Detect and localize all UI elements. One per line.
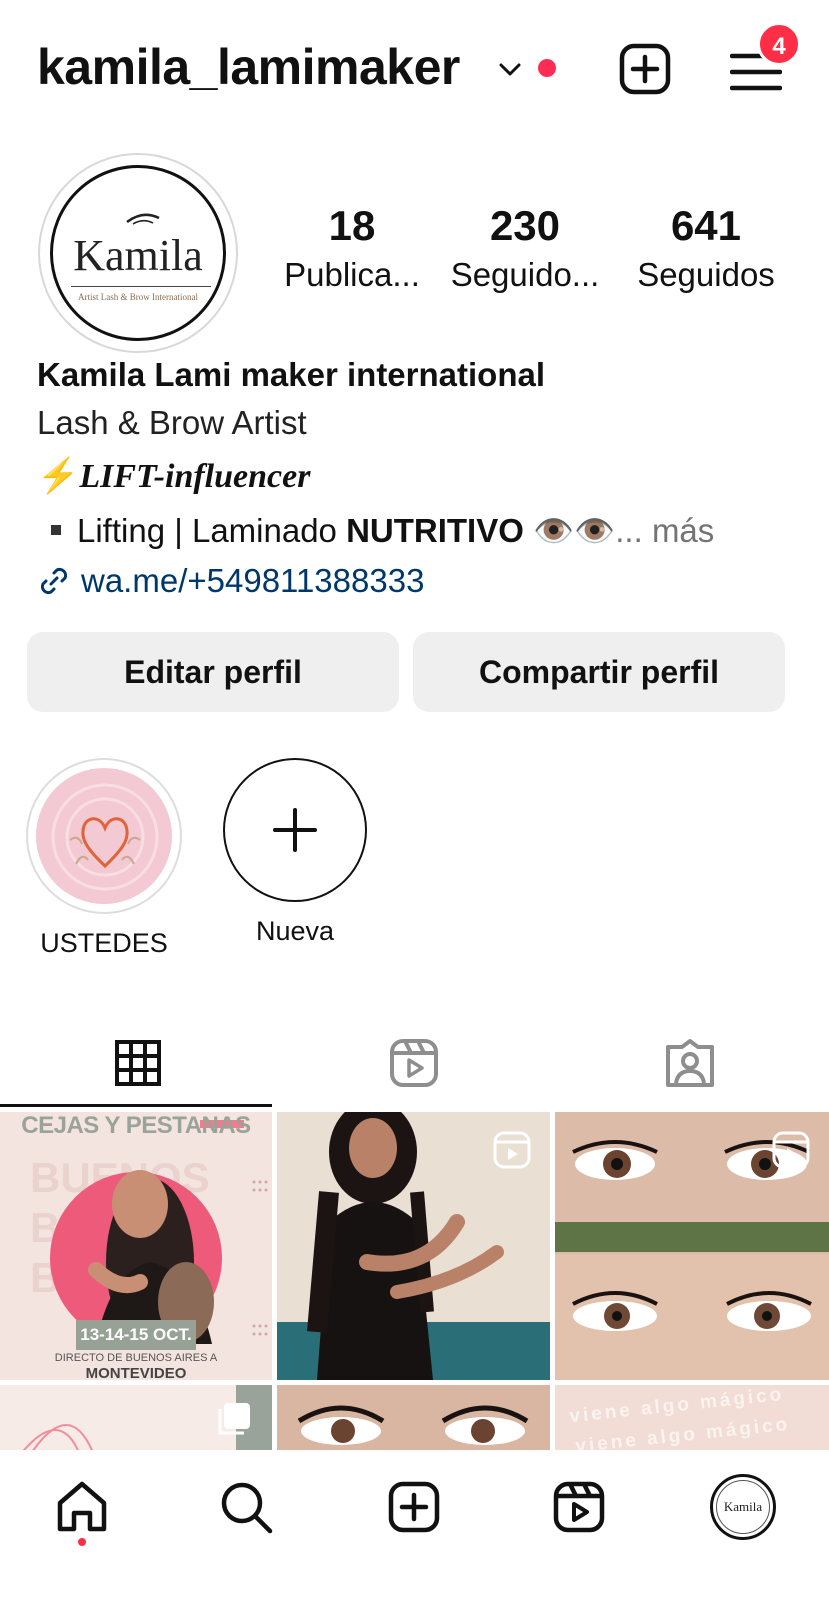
highlight-cover [36, 768, 172, 904]
edit-profile-button[interactable]: Editar perfil [27, 632, 399, 712]
notification-badge: 4 [757, 22, 801, 66]
logo-subtitle: Artist Lash & Brow International [78, 292, 198, 302]
post-dates: 13-14-15 OCT. [80, 1325, 192, 1344]
profile-tabs [0, 1018, 829, 1108]
logo-divider [71, 286, 211, 287]
grid-post-reel[interactable] [555, 1112, 829, 1380]
profile-header: kamila_lamimaker 4 [0, 0, 829, 140]
stat-label: Seguido... [450, 256, 600, 293]
stat-label: Seguidos [637, 256, 775, 293]
carousel-icon [218, 1403, 250, 1435]
grid-post-carousel[interactable] [0, 1385, 272, 1450]
profile-category: Lash & Brow Artist [37, 404, 307, 441]
create-post-icon[interactable] [618, 42, 672, 96]
lightning-icon: ⚡ [37, 458, 80, 495]
grid-post[interactable] [277, 1385, 550, 1450]
bio-services-text: Lifting | Laminado [77, 512, 347, 549]
stat-followers[interactable]: 230 Seguido... [446, 202, 604, 294]
logo-text: Kamila [73, 231, 203, 280]
post-title: CEJAS Y PESTANAS [21, 1112, 251, 1139]
reel-icon [493, 1131, 531, 1169]
new-highlight-circle [223, 758, 367, 902]
bio-more-link[interactable]: ... más [615, 512, 714, 549]
posts-grid: BUENOS BUENOS BUENOS CEJAS Y PESTANAS 13… [0, 1112, 829, 1450]
nav-profile[interactable]: Kamila [708, 1472, 778, 1542]
highlight-label: USTEDES [40, 928, 168, 958]
search-icon [221, 1482, 273, 1534]
avatar-logo-small: Kamila [716, 1480, 770, 1534]
profile-link[interactable]: wa.me/+549811388333 [37, 562, 424, 600]
grid-icon [115, 1040, 161, 1086]
stat-posts[interactable]: 18 Publica... [282, 202, 422, 294]
tab-tagged[interactable] [552, 1018, 828, 1108]
grid-post-reel[interactable] [277, 1112, 550, 1380]
stat-label: Publica... [284, 256, 420, 293]
stat-number: 18 [328, 202, 376, 249]
tab-reels[interactable] [276, 1018, 552, 1108]
plus-icon [273, 808, 317, 852]
stat-following[interactable]: 641 Seguidos [622, 202, 790, 294]
highlight-ustedes[interactable]: USTEDES [26, 758, 182, 959]
profile-avatar-small: Kamila [710, 1474, 776, 1540]
nav-reels[interactable] [544, 1472, 614, 1542]
chevron-down-icon[interactable] [495, 55, 525, 85]
bio-services-line: Lifting | Laminado NUTRITIVO 👁️👁️... más [37, 512, 714, 551]
nav-create[interactable] [379, 1472, 449, 1542]
stat-number: 641 [670, 202, 742, 249]
home-active-dot [78, 1538, 86, 1546]
post-city: MONTEVIDEO [85, 1365, 187, 1380]
link-icon [40, 567, 68, 595]
highlight-ring [26, 758, 182, 914]
nav-home[interactable] [47, 1472, 117, 1542]
post-subtitle: DIRECTO DE BUENOS AIRES A [54, 1352, 218, 1364]
nav-search[interactable] [211, 1472, 281, 1542]
bio-lift-text: LIFT-influencer [79, 458, 311, 495]
grid-post[interactable]: BUENOS BUENOS BUENOS CEJAS Y PESTANAS 13… [0, 1112, 272, 1380]
active-tab-indicator [0, 1104, 272, 1107]
home-icon [57, 1481, 107, 1532]
bio-lift-line: ⚡LIFT-influencer [37, 456, 310, 496]
eyes-emoji: 👁️👁️ [533, 512, 616, 549]
profile-link-text: wa.me/+549811388333 [81, 562, 425, 599]
stat-number: 230 [489, 202, 561, 249]
tab-grid[interactable] [0, 1018, 276, 1108]
tagged-icon [666, 1039, 714, 1087]
highlight-label: Nueva [255, 916, 335, 946]
post-image [277, 1385, 550, 1450]
avatar-logo: Kamila Artist Lash & Brow International [50, 165, 226, 341]
profile-avatar[interactable]: Kamila Artist Lash & Brow International [38, 153, 238, 353]
reel-icon [772, 1131, 810, 1169]
bullet-icon [51, 525, 61, 536]
brow-logo-icon [126, 213, 160, 225]
grid-post[interactable]: viene algo mágico viene algo mágico [555, 1385, 829, 1450]
username[interactable]: kamila_lamimaker [37, 38, 460, 96]
reels-icon [390, 1039, 438, 1087]
heart-icon [51, 783, 159, 891]
highlight-new[interactable]: Nueva [223, 758, 367, 947]
bio-services-bold: NUTRITIVO [346, 512, 524, 549]
share-profile-button[interactable]: Compartir perfil [413, 632, 785, 712]
create-icon [388, 1481, 440, 1533]
reels-icon [553, 1481, 605, 1533]
notification-dot [538, 59, 556, 77]
bottom-nav: Kamila [0, 1450, 829, 1600]
profile-name: Kamila Lami maker international [37, 356, 546, 393]
